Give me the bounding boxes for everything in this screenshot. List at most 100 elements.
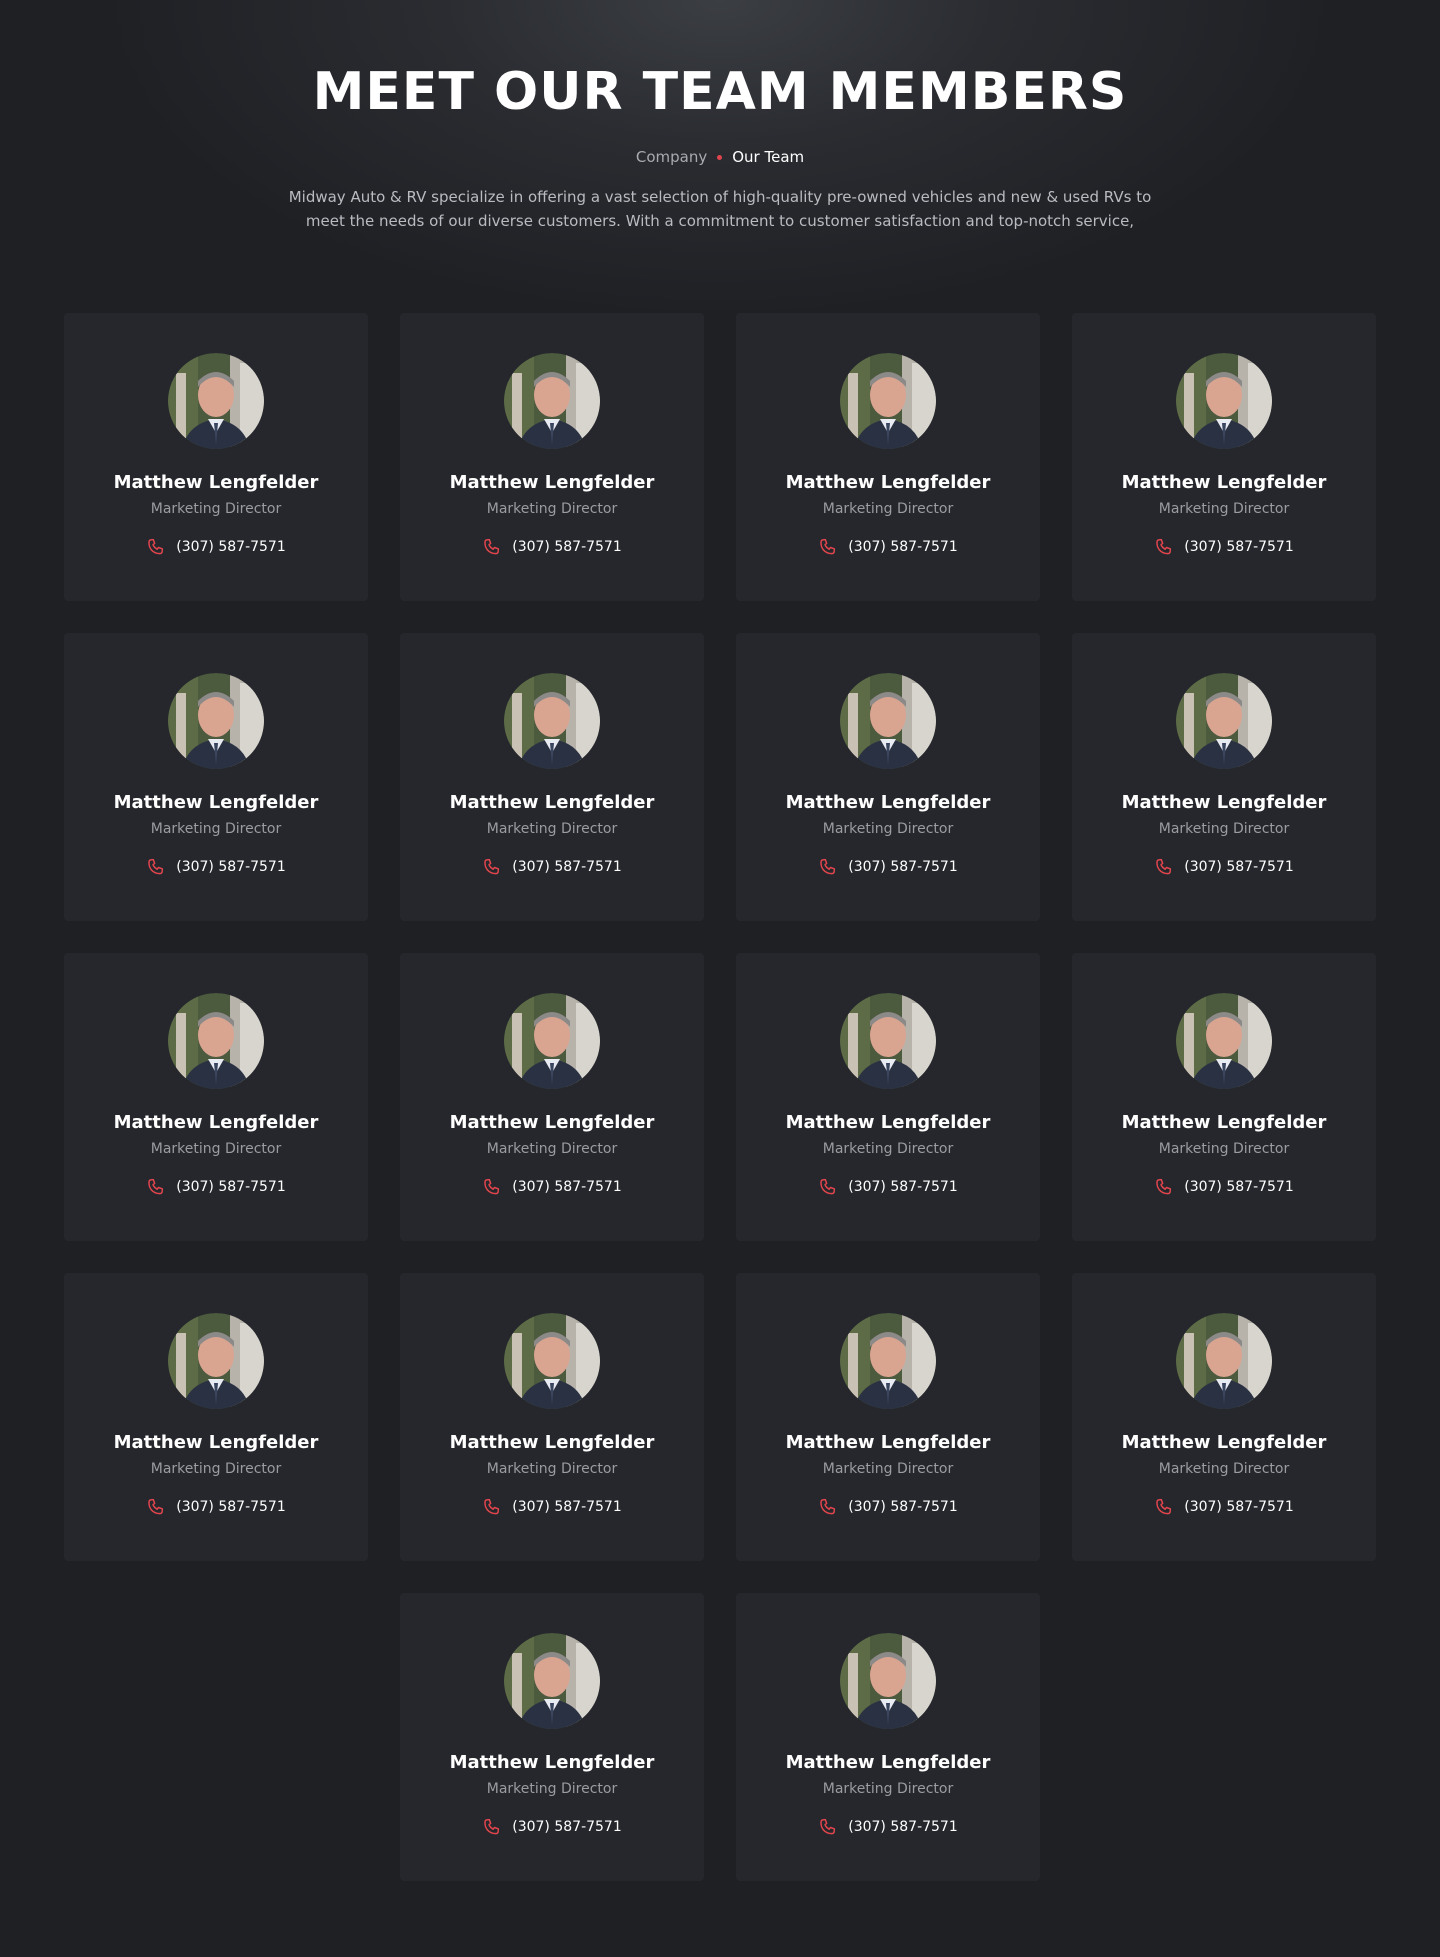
team-member-card: Matthew Lengfelder Marketing Director (3… [64, 1273, 368, 1561]
phone-icon [148, 1178, 164, 1195]
member-phone-link[interactable]: (307) 587-7571 [146, 857, 286, 877]
breadcrumb-separator-dot [717, 154, 723, 160]
member-name: Matthew Lengfelder [1121, 1112, 1327, 1133]
team-member-card: Matthew Lengfelder Marketing Director (3… [736, 1593, 1040, 1881]
member-role: Marketing Director [1158, 1141, 1290, 1157]
member-name: Matthew Lengfelder [785, 472, 991, 493]
member-phone-number: (307) 587-7571 [176, 1179, 286, 1195]
team-member-card: Matthew Lengfelder Marketing Director (3… [1072, 313, 1376, 601]
member-avatar [504, 993, 600, 1089]
team-member-card: Matthew Lengfelder Marketing Director (3… [400, 1273, 704, 1561]
member-role: Marketing Director [150, 1461, 282, 1477]
team-member-card: Matthew Lengfelder Marketing Director (3… [400, 953, 704, 1241]
phone-icon [820, 1818, 836, 1835]
member-phone-link[interactable]: (307) 587-7571 [818, 857, 958, 877]
team-member-card: Matthew Lengfelder Marketing Director (3… [1072, 633, 1376, 921]
member-name: Matthew Lengfelder [1121, 1432, 1327, 1453]
member-role: Marketing Director [822, 1461, 954, 1477]
phone-icon [820, 1498, 836, 1515]
team-member-card: Matthew Lengfelder Marketing Director (3… [1072, 953, 1376, 1241]
phone-icon [148, 858, 164, 875]
member-phone-link[interactable]: (307) 587-7571 [818, 1817, 958, 1837]
member-role: Marketing Director [486, 821, 618, 837]
phone-icon [1156, 1178, 1172, 1195]
member-avatar [840, 1313, 936, 1409]
team-member-card: Matthew Lengfelder Marketing Director (3… [736, 1273, 1040, 1561]
member-name: Matthew Lengfelder [1121, 472, 1327, 493]
member-phone-link[interactable]: (307) 587-7571 [1154, 1177, 1294, 1197]
member-role: Marketing Director [822, 1781, 954, 1797]
member-name: Matthew Lengfelder [449, 1752, 655, 1773]
member-name: Matthew Lengfelder [113, 472, 319, 493]
member-name: Matthew Lengfelder [449, 472, 655, 493]
member-avatar [504, 673, 600, 769]
member-role: Marketing Director [486, 1141, 618, 1157]
member-phone-link[interactable]: (307) 587-7571 [482, 1177, 622, 1197]
member-phone-number: (307) 587-7571 [512, 1179, 622, 1195]
team-member-card: Matthew Lengfelder Marketing Director (3… [64, 313, 368, 601]
member-phone-link[interactable]: (307) 587-7571 [482, 537, 622, 557]
member-phone-link[interactable]: (307) 587-7571 [818, 1177, 958, 1197]
member-name: Matthew Lengfelder [785, 792, 991, 813]
member-role: Marketing Director [1158, 501, 1290, 517]
member-phone-number: (307) 587-7571 [512, 1819, 622, 1835]
member-name: Matthew Lengfelder [113, 792, 319, 813]
team-grid: Matthew Lengfelder Marketing Director (3… [64, 313, 1376, 1881]
member-name: Matthew Lengfelder [785, 1432, 991, 1453]
member-avatar [168, 673, 264, 769]
member-phone-link[interactable]: (307) 587-7571 [482, 857, 622, 877]
member-phone-number: (307) 587-7571 [512, 859, 622, 875]
phone-icon [484, 1178, 500, 1195]
member-phone-number: (307) 587-7571 [848, 1179, 958, 1195]
team-member-card: Matthew Lengfelder Marketing Director (3… [400, 633, 704, 921]
team-member-card: Matthew Lengfelder Marketing Director (3… [1072, 1273, 1376, 1561]
member-avatar [1176, 673, 1272, 769]
member-phone-number: (307) 587-7571 [1184, 1179, 1294, 1195]
member-phone-number: (307) 587-7571 [1184, 859, 1294, 875]
member-phone-number: (307) 587-7571 [848, 539, 958, 555]
member-role: Marketing Director [150, 501, 282, 517]
member-phone-link[interactable]: (307) 587-7571 [818, 1497, 958, 1517]
member-phone-link[interactable]: (307) 587-7571 [818, 537, 958, 557]
member-phone-number: (307) 587-7571 [176, 1499, 286, 1515]
phone-icon [484, 1818, 500, 1835]
member-phone-link[interactable]: (307) 587-7571 [146, 537, 286, 557]
member-role: Marketing Director [822, 501, 954, 517]
member-phone-link[interactable]: (307) 587-7571 [1154, 857, 1294, 877]
phone-icon [820, 858, 836, 875]
member-phone-link[interactable]: (307) 587-7571 [482, 1817, 622, 1837]
member-phone-link[interactable]: (307) 587-7571 [146, 1497, 286, 1517]
member-avatar [840, 353, 936, 449]
member-phone-link[interactable]: (307) 587-7571 [1154, 1497, 1294, 1517]
page-title: MEET OUR TEAM MEMBERS [312, 62, 1128, 122]
member-avatar [840, 1633, 936, 1729]
team-member-card: Matthew Lengfelder Marketing Director (3… [736, 953, 1040, 1241]
phone-icon [484, 858, 500, 875]
breadcrumb-link-company[interactable]: Company [636, 147, 707, 167]
member-phone-number: (307) 587-7571 [176, 859, 286, 875]
member-phone-number: (307) 587-7571 [848, 1499, 958, 1515]
member-avatar [504, 353, 600, 449]
breadcrumb: Company Our Team [0, 147, 1440, 167]
member-name: Matthew Lengfelder [113, 1432, 319, 1453]
member-avatar [168, 353, 264, 449]
member-phone-number: (307) 587-7571 [512, 539, 622, 555]
member-phone-number: (307) 587-7571 [848, 1819, 958, 1835]
breadcrumb-current-page: Our Team [732, 148, 805, 166]
member-role: Marketing Director [150, 1141, 282, 1157]
member-phone-link[interactable]: (307) 587-7571 [482, 1497, 622, 1517]
phone-icon [1156, 1498, 1172, 1515]
member-phone-link[interactable]: (307) 587-7571 [1154, 537, 1294, 557]
member-avatar [168, 993, 264, 1089]
member-role: Marketing Director [1158, 1461, 1290, 1477]
hero-section: MEET OUR TEAM MEMBERS Company Our Team M… [0, 0, 1440, 233]
member-role: Marketing Director [486, 501, 618, 517]
member-avatar [1176, 993, 1272, 1089]
member-phone-link[interactable]: (307) 587-7571 [146, 1177, 286, 1197]
member-phone-number: (307) 587-7571 [1184, 539, 1294, 555]
member-name: Matthew Lengfelder [113, 1112, 319, 1133]
team-member-card: Matthew Lengfelder Marketing Director (3… [64, 633, 368, 921]
team-member-card: Matthew Lengfelder Marketing Director (3… [400, 313, 704, 601]
member-role: Marketing Director [150, 821, 282, 837]
member-avatar [840, 673, 936, 769]
